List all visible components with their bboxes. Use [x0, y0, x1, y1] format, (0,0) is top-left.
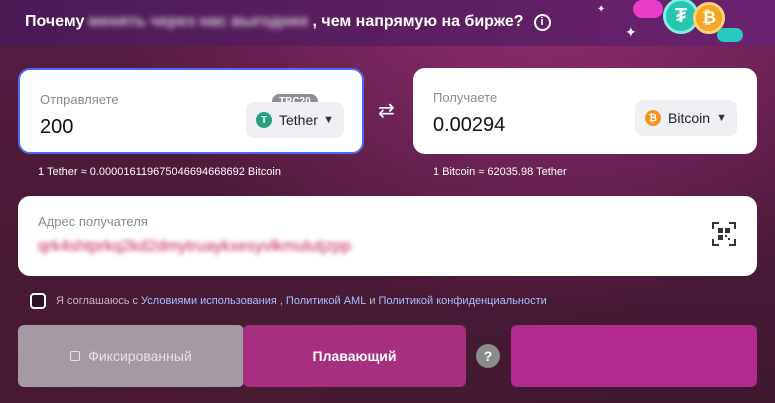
receive-amount[interactable]: 0.00294	[433, 114, 505, 137]
send-currency-select[interactable]: T Tether ▼	[246, 102, 344, 138]
banner-text[interactable]: Почему менять через нас выгоднее , чем н…	[25, 13, 551, 31]
floating-rate-label: Плавающий	[312, 348, 397, 364]
privacy-link[interactable]: Политикой конфиденциальности	[378, 295, 546, 307]
promo-banner: Почему менять через нас выгоднее , чем н…	[0, 0, 775, 46]
banner-blurred-text: менять через нас выгоднее	[88, 13, 309, 30]
sparkle-icon: ✦	[625, 24, 637, 40]
receive-currency-label: Bitcoin	[668, 110, 711, 126]
fixed-rate-button[interactable]: Фиксированный	[18, 325, 244, 387]
send-label: Отправляете	[40, 92, 119, 107]
qr-scan-icon[interactable]	[711, 221, 737, 247]
receive-card: Получаете 0.00294 ₿ Bitcoin ▼	[413, 68, 757, 154]
receive-label: Получаете	[433, 90, 498, 105]
terms-link[interactable]: Условиями использования	[141, 295, 277, 307]
receive-rate: 1 Bitcoin ≈ 62035.98 Tether	[433, 166, 567, 178]
address-input[interactable]: qrk4shtprkq2kd2dmytruaykxesyvlkmulutjzpp	[38, 238, 351, 256]
agreement-checkbox[interactable]	[30, 293, 46, 309]
chevron-down-icon: ▼	[716, 112, 727, 124]
lock-icon	[70, 351, 81, 361]
send-card: Отправляете 200 TRC20 T Tether ▼	[18, 68, 364, 154]
chat-bubble-decoration	[717, 28, 743, 42]
address-card[interactable]: Адрес получателя qrk4shtprkq2kd2dmytruay…	[18, 196, 757, 276]
exchange-button[interactable]	[511, 325, 757, 387]
floating-rate-button[interactable]: Плавающий	[243, 325, 466, 387]
address-label: Адрес получателя	[38, 214, 148, 229]
fixed-rate-label: Фиксированный	[88, 348, 192, 364]
swap-icon[interactable]: ⇄	[378, 98, 395, 123]
banner-suffix: , чем напрямую на бирже?	[312, 13, 524, 30]
info-icon[interactable]: i	[533, 13, 551, 31]
banner-prefix: Почему	[25, 13, 85, 30]
agreement-prefix: Я соглашаюсь с	[56, 295, 139, 307]
bitcoin-icon: ₿	[645, 110, 661, 126]
agreement-row: Я соглашаюсь с Условиями использования ,…	[30, 293, 550, 309]
aml-link[interactable]: Политикой AML	[286, 295, 366, 307]
agreement-sep: ,	[279, 295, 283, 307]
tether-icon: T	[256, 112, 272, 128]
send-currency-label: Tether	[279, 112, 318, 128]
coins-illustration: ₮ ₿ ✦ ✦	[597, 0, 753, 46]
sparkle-icon: ✦	[597, 4, 606, 15]
send-rate: 1 Tether ≈ 0.0000161196750466946686​92 B…	[38, 166, 281, 178]
help-icon[interactable]: ?	[476, 344, 500, 368]
agreement-and: и	[369, 295, 376, 307]
chevron-down-icon: ▼	[323, 114, 334, 126]
chat-bubble-decoration	[633, 0, 663, 18]
receive-currency-select[interactable]: ₿ Bitcoin ▼	[635, 100, 737, 136]
send-amount-input[interactable]: 200	[40, 116, 73, 139]
